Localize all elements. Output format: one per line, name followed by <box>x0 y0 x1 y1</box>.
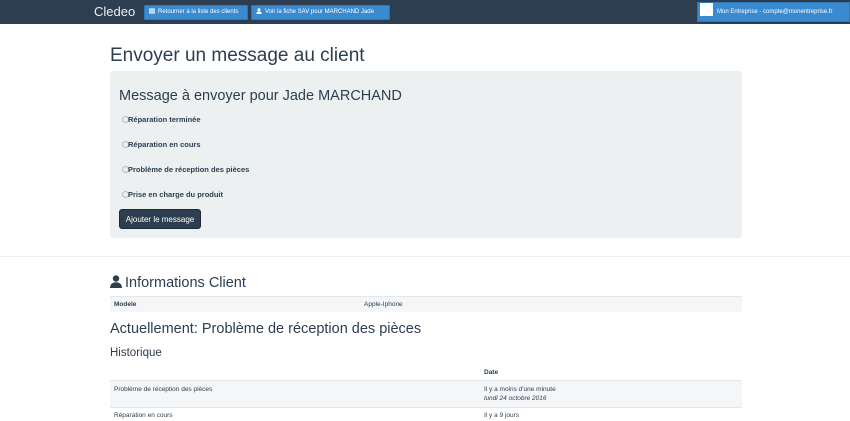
radio-option-repair-in-progress[interactable]: Réparation en cours <box>122 140 201 149</box>
radio-label: Réparation en cours <box>128 140 201 149</box>
history-relative-time: Il y a 9 jours <box>484 412 520 419</box>
divider <box>0 256 850 257</box>
table-row: Problème de réception des pièces Il y a … <box>110 380 742 407</box>
history-title: Historique <box>110 347 162 359</box>
radio-option-product-pickup[interactable]: Prise en charge du produit <box>122 190 223 199</box>
history-date-header: Date <box>484 369 499 376</box>
account-label: Mon Entreprise - compte@monentreprise.fr <box>717 9 833 15</box>
back-to-client-list-button[interactable]: Retourner à la liste des clients <box>144 5 248 20</box>
client-info-table: Modele Apple-Iphone <box>110 296 742 312</box>
radio-option-parts-problem[interactable]: Problème de réception des pièces <box>122 165 249 174</box>
table-row: Réparation en cours Il y a 9 jours <box>110 407 742 421</box>
radio-label: Prise en charge du produit <box>128 190 224 199</box>
back-to-client-list-label: Retourner à la liste des clients <box>158 9 239 15</box>
radio-option-repair-done[interactable]: Réparation terminée <box>122 115 201 124</box>
client-info-title: Informations Client <box>110 275 246 291</box>
account-menu[interactable]: Mon Entreprise - compte@monentreprise.fr <box>697 2 850 22</box>
model-value: Apple-Iphone <box>364 301 403 308</box>
user-icon <box>256 8 262 14</box>
current-status-title: Actuellement: Problème de réception des … <box>110 321 422 337</box>
user-icon <box>110 275 122 288</box>
radio-label: Réparation terminée <box>128 115 201 124</box>
avatar <box>700 3 713 16</box>
view-sav-sheet-button[interactable]: Voir la fiche SAV pour MARCHAND Jade <box>251 5 390 20</box>
view-sav-sheet-label: Voir la fiche SAV pour MARCHAND Jade <box>265 9 374 15</box>
navbar: Cledeo Retourner à la liste des clients … <box>0 0 850 24</box>
history-status: Réparation en cours <box>114 412 173 419</box>
history-status: Problème de réception des pièces <box>114 386 213 393</box>
history-relative-time: Il y a moins d'une minute <box>484 386 556 393</box>
message-form-panel: Message à envoyer pour Jade MARCHAND Rép… <box>110 71 742 238</box>
page-title: Envoyer un message au client <box>110 45 365 66</box>
radio-label: Problème de réception des pièces <box>128 165 250 174</box>
list-icon <box>149 8 155 14</box>
model-label: Modele <box>114 301 137 308</box>
add-message-button[interactable]: Ajouter le message <box>119 209 201 229</box>
history-date: lundi 24 octobre 2016 <box>484 395 547 402</box>
brand-logo[interactable]: Cledeo <box>94 4 135 19</box>
message-form-title: Message à envoyer pour Jade MARCHAND <box>119 88 402 104</box>
client-info-title-text: Informations Client <box>125 275 246 291</box>
